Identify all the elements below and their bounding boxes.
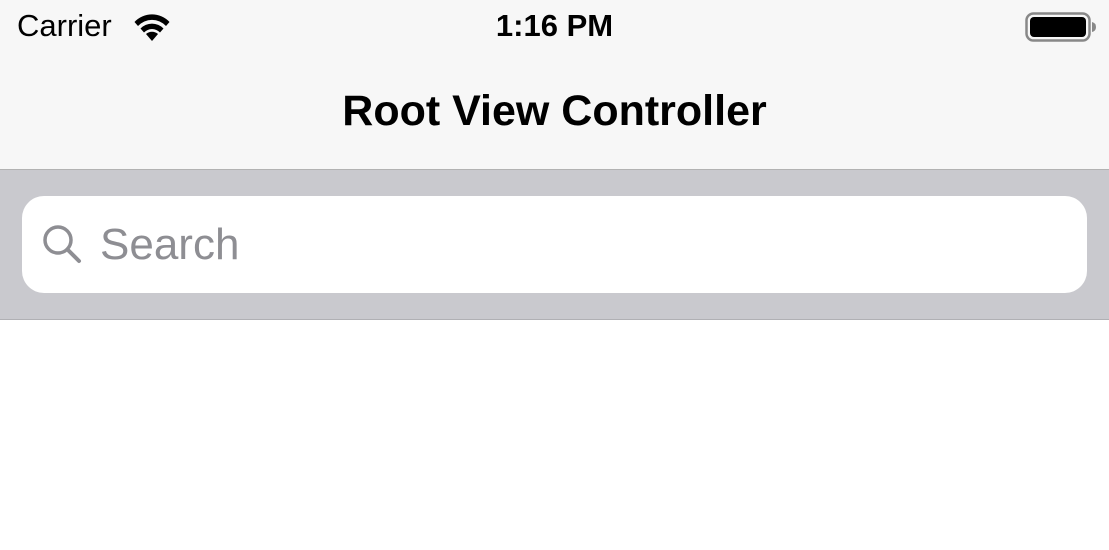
screen: Carrier 1:16 PM Root View Controller [0,0,1109,550]
search-input[interactable] [100,196,1060,293]
search-icon [43,225,81,263]
status-bar: Carrier 1:16 PM [0,0,1109,56]
battery-icon [1025,12,1096,42]
table-view[interactable] [0,320,1109,550]
search-bar [0,170,1109,320]
navigation-bar: Root View Controller [0,56,1109,170]
clock-time: 1:16 PM [495,8,614,43]
page-title: Root View Controller [342,87,767,135]
search-field[interactable] [22,196,1087,293]
